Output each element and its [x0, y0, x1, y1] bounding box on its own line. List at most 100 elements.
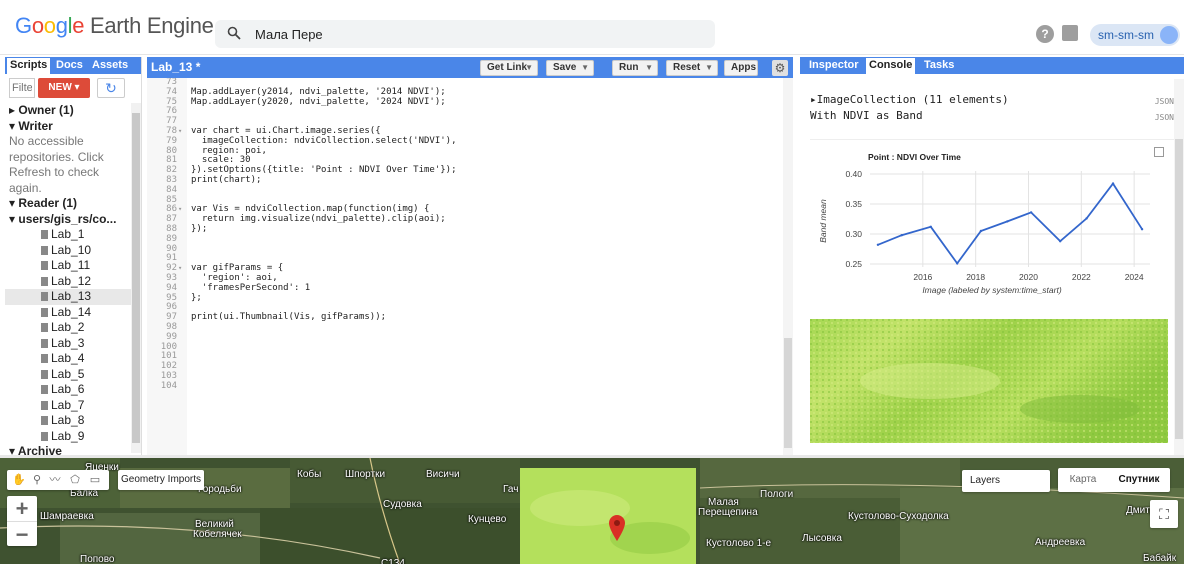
ndvi-data-point[interactable]	[1058, 240, 1062, 243]
tree-folder-item[interactable]: ▾ Archive	[5, 444, 131, 455]
layers-button[interactable]: Layers	[962, 470, 1050, 492]
code-text: Map.addLayer(y2020, ndvi_palette, '2024 …	[191, 96, 446, 107]
fold-arrow-icon[interactable]: ▾	[178, 127, 182, 137]
code-line[interactable]: 94 'framesPerSecond': 1	[147, 283, 783, 294]
json-toggle[interactable]: JSON	[1155, 113, 1174, 122]
help-icon[interactable]: ?	[1036, 25, 1054, 43]
script-file-item[interactable]: Lab_7	[5, 398, 131, 414]
code-line[interactable]: 95};	[147, 293, 783, 304]
ndvi-data-point[interactable]	[929, 225, 932, 228]
tab-inspector[interactable]: Inspector	[809, 59, 859, 71]
left-scrollbar[interactable]	[131, 103, 141, 453]
ndvi-data-point[interactable]	[876, 243, 880, 246]
point-marker-icon[interactable]: ⚲	[29, 472, 45, 488]
script-file-item[interactable]: Lab_6	[5, 382, 131, 398]
code-line[interactable]: 84	[147, 185, 783, 196]
tree-folder-item[interactable]: ▾ Reader (1)	[5, 196, 131, 212]
script-file-item[interactable]: Lab_2	[5, 320, 131, 336]
polygon-icon[interactable]: ⬠	[67, 472, 83, 488]
ndvi-series-line[interactable]	[877, 182, 1143, 265]
ndvi-thumbnail[interactable]	[810, 319, 1168, 443]
script-file-item[interactable]: Lab_3	[5, 336, 131, 352]
code-line[interactable]: 99	[147, 332, 783, 343]
tab-assets[interactable]: Assets	[92, 59, 128, 71]
script-file-item[interactable]: Lab_9	[5, 429, 131, 445]
zoom-in-button[interactable]: +	[7, 496, 37, 521]
ndvi-data-point[interactable]	[1111, 182, 1115, 185]
script-file-item[interactable]: Lab_5	[5, 367, 131, 383]
map-pin-icon[interactable]	[607, 514, 627, 542]
ndvi-data-point[interactable]	[1029, 211, 1033, 214]
filter-input[interactable]	[9, 78, 35, 98]
tree-folder-item[interactable]: ▾ users/gis_rs/co...	[5, 212, 131, 228]
code-line[interactable]: 104	[147, 381, 783, 392]
tab-docs[interactable]: Docs	[56, 59, 83, 71]
map-type-map-button[interactable]: Карта	[1058, 468, 1108, 492]
tab-scripts[interactable]: Scripts	[7, 58, 51, 74]
script-file-item[interactable]: Lab_11	[5, 258, 131, 274]
code-line[interactable]: 102	[147, 361, 783, 372]
ndvi-data-point[interactable]	[1006, 220, 1009, 223]
new-script-button[interactable]: NEW ▾	[38, 78, 90, 98]
script-file-item[interactable]: Lab_1	[5, 227, 131, 243]
run-button[interactable]: Run ▼	[612, 60, 658, 76]
code-line[interactable]: 75 Map.addLayer(y2020, ndvi_palette, '202…	[147, 96, 783, 108]
code-line[interactable]: 98	[147, 322, 783, 333]
fold-arrow-icon[interactable]: ▾	[178, 205, 182, 215]
polyline-icon[interactable]: 〰	[47, 472, 63, 488]
code-area[interactable]: 73 74 Map.addLayer(y2014, ndvi_palette, '2…	[147, 78, 783, 455]
search-box[interactable]: Мала Пере	[215, 20, 715, 48]
code-line[interactable]: 100	[147, 342, 783, 353]
user-account-button[interactable]: sm-sm-sm	[1090, 24, 1180, 46]
ndvi-chart: Point : NDVI Over Time 0.250.300.350.40 …	[818, 152, 1150, 295]
map-type-satellite-button[interactable]: Спутник	[1108, 468, 1170, 492]
geometry-imports-button[interactable]: Geometry Imports	[118, 470, 204, 490]
script-file-item[interactable]: Lab_8	[5, 413, 131, 429]
ndvi-data-point[interactable]	[1085, 217, 1088, 220]
rectangle-icon[interactable]: ▭	[87, 472, 103, 488]
ndvi-data-point[interactable]	[900, 234, 903, 237]
code-line[interactable]: 88});	[147, 224, 783, 235]
search-input[interactable]: Мала Пере	[255, 27, 323, 42]
code-line[interactable]: 101	[147, 352, 783, 362]
fullscreen-icon[interactable]: ⛶	[1150, 500, 1178, 528]
editor-scrollbar-thumb[interactable]	[784, 338, 792, 448]
ndvi-data-point[interactable]	[955, 262, 959, 265]
ndvi-data-point[interactable]	[1140, 228, 1144, 231]
google-earth-engine-logo[interactable]: Google Earth Engine	[15, 13, 214, 39]
editor-tab-title[interactable]: Lab_13 *	[151, 60, 200, 74]
refresh-icon[interactable]: ↻	[97, 78, 125, 98]
apps-button[interactable]: Apps	[724, 60, 758, 76]
ndvi-data-point[interactable]	[979, 229, 983, 233]
tree-folder-item[interactable]: ▸ Owner (1)	[5, 103, 131, 119]
right-scrollbar-thumb[interactable]	[1175, 139, 1183, 439]
script-file-item[interactable]: Lab_14	[5, 305, 131, 321]
code-line[interactable]: 103	[147, 371, 783, 382]
reset-button[interactable]: Reset ▼	[666, 60, 718, 76]
feedback-icon[interactable]	[1062, 25, 1078, 41]
tab-console[interactable]: Console	[866, 58, 916, 74]
zoom-out-button[interactable]: −	[7, 521, 37, 547]
script-file-item[interactable]: Lab_13	[5, 289, 131, 305]
code-line[interactable]: 97 print(ui.Thumbnail(Vis, gifParams));	[147, 312, 783, 323]
tab-tasks[interactable]: Tasks	[924, 59, 954, 71]
console-output-collection[interactable]: ▸ImageCollection (11 elements)	[810, 93, 1009, 106]
code-line[interactable]: 89	[147, 234, 783, 245]
pan-hand-icon[interactable]: ✋	[11, 472, 27, 488]
editor-scrollbar[interactable]	[783, 78, 793, 455]
fold-arrow-icon[interactable]: ▾	[178, 264, 182, 274]
code-line[interactable]: 87 return img.visualize(ndvi_palette).cl…	[147, 214, 783, 225]
save-button[interactable]: Save ▼	[546, 60, 594, 76]
get-link-button[interactable]: Get Link ▼	[480, 60, 538, 76]
left-scrollbar-thumb[interactable]	[132, 113, 140, 443]
script-file-item[interactable]: Lab_4	[5, 351, 131, 367]
json-toggle[interactable]: JSON	[1155, 97, 1174, 106]
code-line[interactable]: 90	[147, 244, 783, 255]
code-line[interactable]: 83 print(chart);	[147, 175, 783, 186]
script-file-item[interactable]: Lab_10	[5, 243, 131, 259]
script-file-item[interactable]: Lab_12	[5, 274, 131, 290]
gear-icon[interactable]: ⚙	[772, 60, 788, 76]
tree-folder-item[interactable]: ▾ Writer	[5, 119, 131, 135]
right-scrollbar[interactable]	[1174, 79, 1184, 455]
code-line[interactable]: 76	[147, 107, 783, 117]
